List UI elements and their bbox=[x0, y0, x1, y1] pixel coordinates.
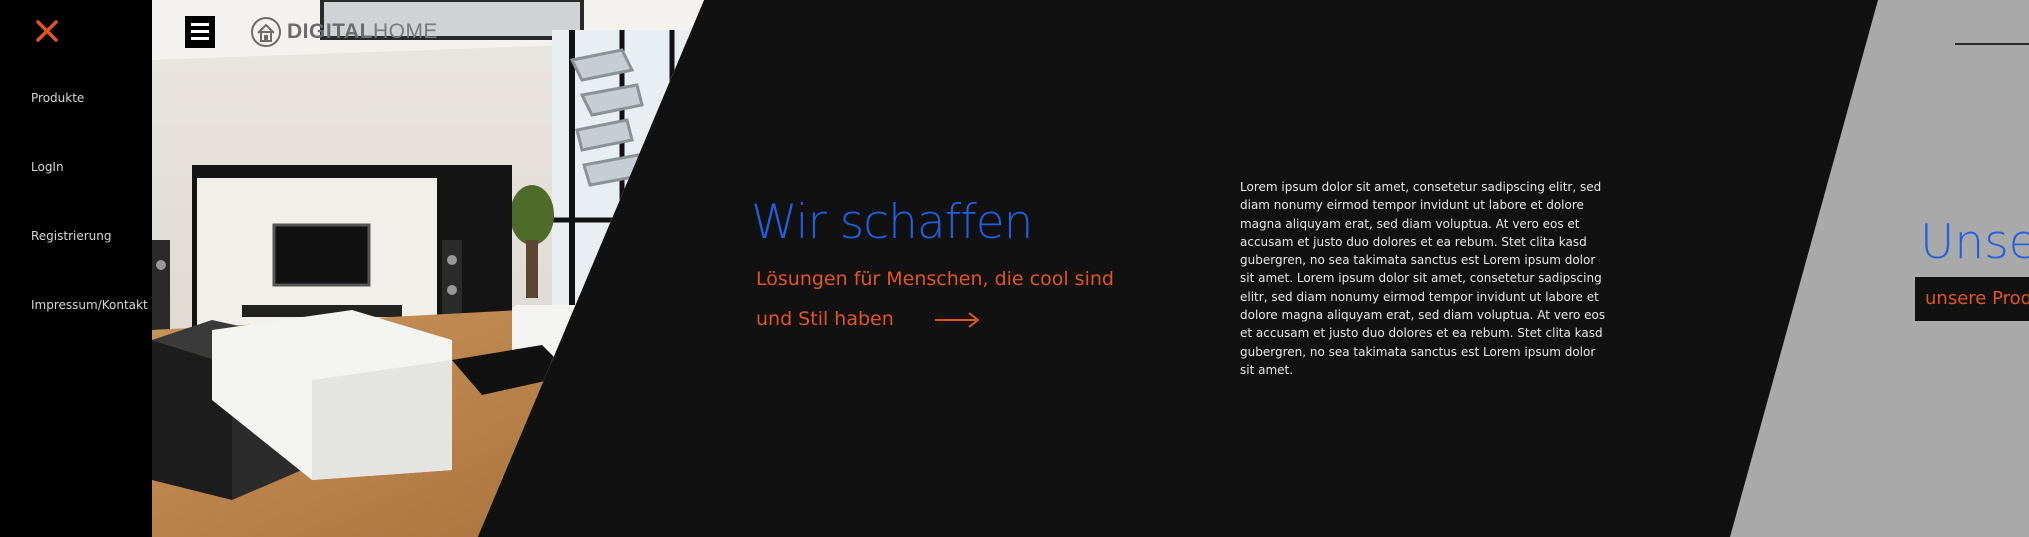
arrow-right-icon[interactable] bbox=[935, 312, 981, 328]
close-icon[interactable] bbox=[34, 18, 60, 44]
menu-item-produkte[interactable]: Produkte bbox=[31, 91, 84, 105]
menu-item-impressum[interactable]: Impressum/Kontakt bbox=[31, 298, 148, 312]
panel-heading: Unse bbox=[1920, 215, 2029, 270]
panel-divider-line bbox=[1955, 43, 2029, 45]
subline-line-1: Lösungen für Menschen, die cool sind bbox=[756, 268, 1114, 290]
menu-item-login[interactable]: LogIn bbox=[31, 160, 64, 174]
logo-text-bold: DIGITAL bbox=[287, 20, 373, 43]
logo-text-light: HOME bbox=[372, 20, 438, 43]
products-button[interactable]: unsere Prod bbox=[1915, 277, 2029, 321]
menu-item-registrierung[interactable]: Registrierung bbox=[31, 229, 112, 243]
subline-line-2: und Stil haben bbox=[756, 308, 894, 330]
body-paragraph: Lorem ipsum dolor sit amet, consetetur s… bbox=[1240, 180, 1606, 377]
hero-image bbox=[152, 0, 704, 537]
hamburger-menu-button[interactable] bbox=[185, 16, 215, 48]
logo[interactable]: DIGITALHOME bbox=[250, 16, 438, 48]
main-headline: Wir schaffen bbox=[751, 195, 1033, 250]
house-icon bbox=[251, 17, 281, 47]
side-menu: Produkte LogIn Registrierung Impressum/K… bbox=[0, 0, 152, 537]
logo-text: DIGITALHOME bbox=[287, 20, 438, 44]
